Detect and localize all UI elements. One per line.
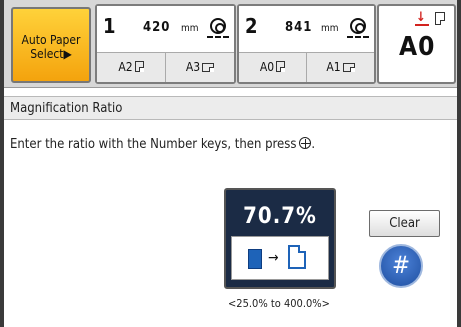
instruction-period: .	[311, 137, 316, 152]
instruction-text: Enter the ratio with the Number keys, th…	[10, 137, 315, 152]
right-frame	[457, 0, 461, 327]
portrait-paper-icon	[134, 61, 144, 72]
roll-length: 420	[143, 20, 171, 35]
original-size-label: A0	[399, 32, 436, 62]
paper-roll-icon	[347, 16, 369, 40]
tray-1[interactable]: 1 420 mm A2 A3	[95, 4, 236, 84]
roll-length-unit: mm	[181, 23, 199, 34]
landscape-paper-icon	[342, 63, 355, 72]
tray-1-roll-button[interactable]: 1 420 mm	[97, 6, 234, 54]
landscape-paper-icon	[202, 63, 215, 72]
cut-size-button[interactable]: A1	[307, 53, 374, 82]
auto-paper-select-label-2: Select▶	[30, 47, 72, 61]
roll-length-unit: mm	[321, 23, 339, 34]
tray-2-roll-button[interactable]: 2 841 mm	[239, 6, 374, 54]
spacer	[4, 88, 457, 96]
hash-key-button[interactable]: #	[379, 244, 423, 288]
tray-number: 1	[103, 14, 116, 38]
portrait-paper-icon	[276, 61, 286, 72]
arrow-right-icon: →	[268, 250, 279, 266]
cut-size-button[interactable]: A2	[97, 53, 166, 82]
ratio-display: 70.7% →	[224, 188, 336, 289]
cut-size-label: A2	[118, 60, 133, 74]
roll-length: 841	[285, 20, 313, 35]
cut-size-label: A0	[259, 60, 275, 74]
clear-button[interactable]: Clear	[369, 210, 440, 237]
cut-size-button[interactable]: A0	[239, 53, 307, 82]
tray-number: 2	[245, 14, 258, 38]
instruction-label: Enter the ratio with the Number keys, th…	[10, 137, 297, 152]
dialog-title: Magnification Ratio	[10, 101, 123, 116]
tray-2[interactable]: 2 841 mm A0 A1	[237, 4, 376, 84]
download-arrow-icon: ↓	[416, 10, 426, 25]
auto-paper-select-label: Auto Paper	[21, 33, 81, 47]
dialog-title-bar: Magnification Ratio	[4, 96, 457, 120]
cut-size-label: A1	[326, 60, 341, 74]
cut-size-label: A3	[185, 60, 201, 74]
paper-roll-icon	[207, 16, 229, 40]
cut-size-button[interactable]: A3	[166, 53, 234, 82]
download-arrow-base	[415, 24, 429, 26]
source-paper-icon	[248, 249, 262, 269]
auto-paper-select-button[interactable]: Auto Paper Select▶	[11, 7, 91, 83]
ratio-range-text: <25.0% to 400.0%>	[228, 297, 330, 310]
paper-icon	[435, 12, 445, 25]
enlargement-graphic: →	[231, 236, 329, 280]
tray-1-cut-sizes: A2 A3	[97, 52, 234, 82]
destination-paper-icon	[288, 245, 306, 269]
tray-selector-panel: Auto Paper Select▶ 1 420 mm A2 A3 2 841 …	[4, 0, 457, 88]
tray-2-cut-sizes: A0 A1	[239, 52, 374, 82]
ratio-value: 70.7%	[243, 204, 317, 229]
circled-plus-icon	[299, 137, 312, 149]
original-size-button[interactable]: ↓ A0	[377, 4, 456, 84]
